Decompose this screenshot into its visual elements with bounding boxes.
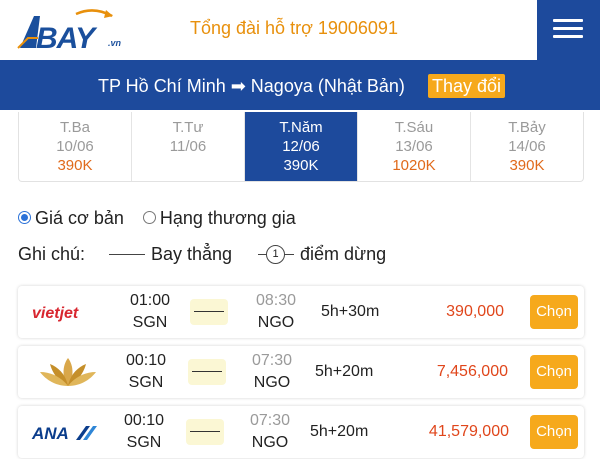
date-tab-day: T.Bảy (508, 119, 546, 136)
radio-checked-icon[interactable] (18, 210, 31, 224)
menu-button[interactable] (537, 0, 600, 60)
departure-time: 00:10 (125, 352, 167, 369)
ana-logo-text: ANA (31, 424, 69, 443)
menu-icon-bar (553, 35, 583, 38)
stop-count-icon: 1 (266, 245, 285, 264)
class-options: Giá cơ bản Hạng thương gia (18, 208, 310, 230)
lotus-mark (40, 358, 96, 386)
departure-code: SGN (128, 374, 164, 391)
route-text: TP Hồ Chí Minh ➡ Nagoya (Nhật Bản) (98, 76, 405, 96)
choose-flight-button[interactable]: Chọn (530, 295, 578, 329)
date-tab[interactable]: T.Ba 10/06 390K (19, 112, 132, 181)
date-selector: T.Ba 10/06 390K T.Tư 11/06 T.Năm 12/06 3… (18, 112, 584, 182)
legend-stop: điểm dừng (300, 244, 387, 264)
flight-row[interactable]: 00:10 SGN 07:30 NGO 5h+20m 7,456,000 Chọ… (18, 346, 584, 398)
basic-fare-label: Giá cơ bản (35, 208, 124, 228)
business-class-label: Hạng thương gia (159, 208, 296, 228)
logo-text: BAY (36, 22, 95, 55)
date-tab-date: 13/06 (395, 138, 433, 155)
change-route-button[interactable]: Thay đổi (428, 74, 506, 98)
radio-unchecked-icon[interactable] (142, 210, 156, 224)
arrival-code: NGO (251, 434, 289, 451)
business-class-option[interactable]: Hạng thương gia (142, 208, 296, 229)
flight-path-icon (186, 419, 224, 445)
menu-icon-bar (553, 19, 583, 22)
date-tab-day: T.Ba (59, 119, 90, 136)
flight-duration: 5h+30m (321, 303, 380, 320)
hotline-text[interactable]: Tổng đài hỗ trợ 19006091 (190, 18, 398, 39)
flight-path-icon (190, 299, 228, 325)
choose-flight-button[interactable]: Chọn (530, 355, 578, 389)
header: BAY .vn Tổng đài hỗ trợ 19006091 (0, 0, 600, 60)
flight-duration: 5h+20m (310, 423, 369, 440)
route-bar: TP Hồ Chí Minh ➡ Nagoya (Nhật Bản) Thay … (0, 60, 600, 110)
date-tab[interactable]: T.Bảy 14/06 390K (471, 112, 583, 181)
arrival-time: 08:30 (255, 292, 297, 309)
flight-path-icon (188, 359, 226, 385)
ana-logo-mark: ANA (31, 424, 97, 443)
legend-direct: Bay thẳng (151, 244, 233, 264)
vietjet-logo-icon: vietjet (28, 294, 108, 330)
date-tab-day: T.Tư (172, 119, 204, 136)
arrival-code: NGO (257, 314, 295, 331)
menu-icon-bar (553, 27, 583, 30)
legend-label: Ghi chú: (18, 244, 86, 264)
flight-duration: 5h+20m (315, 363, 374, 380)
departure-time: 00:10 (123, 412, 165, 429)
basic-fare-option[interactable]: Giá cơ bản (18, 208, 124, 229)
date-tab-price: 390K (57, 157, 93, 174)
flight-price: 390,000 (446, 303, 504, 320)
date-tab-date: 11/06 (169, 138, 207, 155)
flight-price: 7,456,000 (436, 363, 508, 380)
ana-logo-icon: ANA (28, 414, 108, 450)
arrival-code: NGO (253, 374, 291, 391)
date-tab-price: 1020K (392, 157, 436, 174)
vietjet-logo-mark: vietjet (32, 305, 79, 322)
date-tab-day: T.Sáu (394, 119, 434, 136)
vietnam-airlines-logo-icon (28, 354, 108, 390)
logo-suffix: .vn (108, 38, 122, 48)
departure-code: SGN (132, 314, 168, 331)
departure-code: SGN (126, 434, 162, 451)
flight-row[interactable]: vietjet 01:00 SGN 08:30 NGO 5h+30m 390,0… (18, 286, 584, 338)
date-tab-date: 14/06 (508, 138, 546, 155)
date-tab-day: T.Năm (279, 119, 323, 136)
date-tab-date: 10/06 (56, 138, 94, 155)
date-tab[interactable]: T.Sáu 13/06 1020K (358, 112, 471, 181)
date-tab-price: 390K (283, 157, 319, 174)
arrival-time: 07:30 (251, 352, 293, 369)
abay-logo[interactable]: BAY .vn (16, 8, 121, 55)
date-tab-selected[interactable]: T.Năm 12/06 390K (245, 112, 358, 181)
arrival-time: 07:30 (249, 412, 291, 429)
direct-line-icon (109, 254, 145, 255)
choose-flight-button[interactable]: Chọn (530, 415, 578, 449)
date-tab-price: 390K (509, 157, 545, 174)
flight-row[interactable]: ANA 00:10 SGN 07:30 NGO 5h+20m 41,579,00… (18, 406, 584, 458)
vietjet-logo-text: vietjet (32, 305, 79, 322)
date-tab-date: 12/06 (282, 138, 320, 155)
date-tab[interactable]: T.Tư 11/06 (132, 112, 245, 181)
departure-time: 01:00 (129, 292, 171, 309)
flight-price: 41,579,000 (428, 423, 509, 440)
